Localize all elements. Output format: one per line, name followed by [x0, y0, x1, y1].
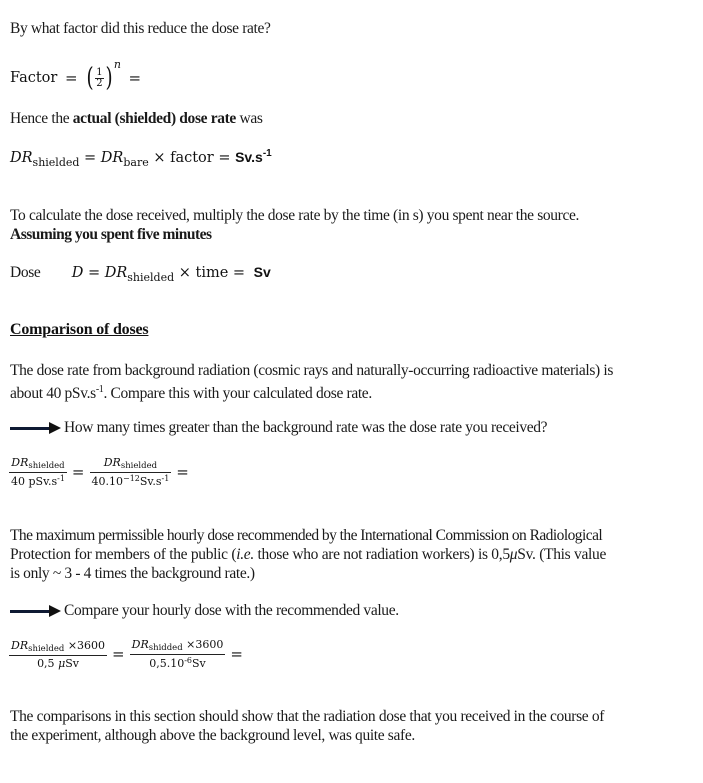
- task-compare-hourly: Compare your hourly dose with the recomm…: [10, 601, 399, 620]
- conclusion-line1: The comparisons in this section should s…: [10, 708, 605, 725]
- times-factor: × factor =: [153, 150, 231, 166]
- icrp-line2: Protection for members of the public (i.…: [10, 546, 607, 563]
- subscript-shielded: shielded: [127, 271, 175, 284]
- d-symbol: D: [71, 265, 84, 281]
- equals-sign: =: [87, 265, 101, 281]
- subscript-bare: bare: [123, 156, 149, 169]
- hence-bold: actual (shielded) dose rate: [72, 110, 237, 127]
- half-numerator: 1: [95, 66, 104, 79]
- background-line1: The dose rate from background radiation …: [10, 362, 613, 379]
- task2-text: Compare your hourly dose with the recomm…: [64, 602, 399, 619]
- task-how-many-times: How many times greater than the backgrou…: [10, 418, 548, 437]
- dose-intro-assumption: Assuming you spent five minutes: [10, 226, 212, 243]
- unit-sv-per-s: Sv.s-1: [235, 148, 272, 165]
- hence-prefix: Hence the: [10, 110, 73, 127]
- background-line2: about 40 pSv.s-1. Compare this with your…: [10, 384, 372, 402]
- dr-symbol-bare: DR: [100, 150, 124, 166]
- dose-label: Dose: [10, 264, 41, 281]
- hence-suffix: was: [235, 110, 263, 127]
- dr-symbol: DR: [104, 265, 128, 281]
- arrow-right-icon: [10, 422, 62, 435]
- arrow-right-icon: [10, 605, 62, 618]
- ratio-fraction-1: DRshielded 40 pSv.s-1: [9, 456, 67, 488]
- ratio-fraction-2: DRshielded 40.10−12Sv.s-1: [89, 456, 172, 488]
- equals-sign: =: [112, 645, 125, 663]
- subscript-shielded: shielded: [32, 156, 80, 169]
- half-fraction: 12: [95, 66, 104, 89]
- equals-sign-2: =: [230, 645, 243, 663]
- ratio-equation: DRshielded 40 pSv.s-1 = DRshielded 40.10…: [9, 456, 194, 488]
- times-time: × time =: [178, 265, 246, 281]
- equals-sign-2: =: [176, 463, 189, 481]
- task1-text: How many times greater than the backgrou…: [64, 419, 548, 436]
- hourly-fraction-1: DRshielded ×3600 0,5 μSv: [9, 638, 108, 670]
- dr-symbol: DR: [10, 150, 33, 166]
- icrp-line1: The maximum permissible hourly dose reco…: [10, 527, 603, 544]
- hourly-equation: DRshielded ×3600 0,5 μSv = DRshidded ×36…: [9, 638, 248, 670]
- exponent-n: n: [113, 58, 121, 71]
- equals-sign: =: [71, 463, 85, 481]
- unit-sv: Sv: [253, 264, 271, 280]
- icrp-line3: is only ~ 3 - 4 times the background rat…: [10, 565, 255, 582]
- question-factor: By what factor did this reduce the dose …: [10, 20, 271, 37]
- hourly-fraction-2: DRshidded ×3600 0,5.10-6Sv: [129, 638, 226, 670]
- dr-shielded-equation: DRshielded = DRbare × factor = Sv.s-1: [10, 148, 272, 169]
- hence-text: Hence the actual (shielded) dose rate wa…: [10, 109, 263, 128]
- factor-label: Factor: [10, 70, 58, 86]
- equals-sign: =: [84, 150, 97, 166]
- conclusion-line2: the experiment, although above the backg…: [10, 727, 415, 744]
- equals-sign: =: [64, 69, 78, 87]
- section-heading: Comparison of doses: [10, 321, 149, 338]
- right-paren: ): [105, 63, 113, 93]
- factor-equation: Factor = (1 2) n =: [10, 58, 144, 91]
- left-paren: (: [86, 63, 94, 93]
- dose-intro-line1: To calculate the dose received, multiply…: [10, 207, 580, 224]
- equals-sign-2: =: [128, 69, 142, 87]
- half-denominator: 2: [96, 77, 103, 89]
- dose-equation: Dose D = DRshielded × time = Sv: [10, 263, 271, 284]
